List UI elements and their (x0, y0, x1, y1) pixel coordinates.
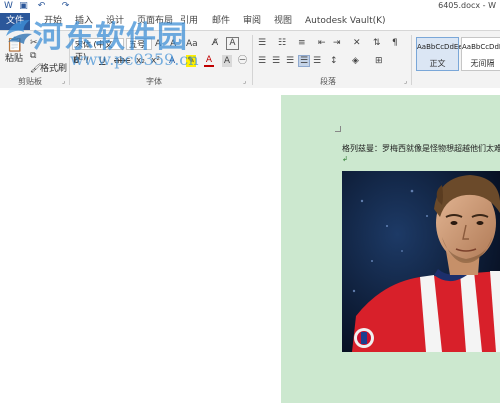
margin-corner-mark (340, 126, 341, 132)
tab-view[interactable]: 视图 (274, 13, 292, 30)
clipboard-group-label: 剪贴板 (18, 77, 42, 86)
document-workspace[interactable]: 格列兹曼：罗梅西就像是怪物想超越他们太难了 ↲ (0, 88, 500, 403)
align-right-icon[interactable]: ☰ (286, 55, 294, 67)
tab-review[interactable]: 审阅 (243, 13, 261, 30)
chinese-layout-icon[interactable]: ✕ (353, 37, 361, 49)
font-launcher-icon[interactable]: ⌟ (243, 77, 246, 85)
inserted-photo[interactable] (342, 171, 500, 352)
watermark-logo-icon (6, 20, 32, 44)
justify-icon[interactable]: ☰ (298, 55, 310, 67)
document-body-text[interactable]: 格列兹曼：罗梅西就像是怪物想超越他们太难了 (342, 143, 500, 154)
watermark-url: www.pc0359.cn (70, 50, 199, 69)
undo-icon[interactable]: ↶ (36, 1, 47, 12)
font-group-label: 字体 (146, 77, 162, 86)
style-sample: AaBbCcDdEe (462, 43, 500, 51)
style-name: 正文 (429, 59, 446, 68)
photo-illustration (342, 171, 500, 352)
group-divider (411, 35, 412, 85)
clipboard-launcher-icon[interactable]: ⌟ (62, 77, 65, 85)
watermark: 河东软件园 www.pc0359.cn (0, 12, 245, 72)
paragraph-launcher-icon[interactable]: ⌟ (404, 77, 407, 85)
word-app-icon: W (4, 1, 13, 11)
style-normal[interactable]: AaBbCcDdEe 正文 (416, 37, 463, 71)
line-spacing-icon[interactable]: ↕ (330, 55, 338, 67)
paragraph-group-label: 段落 (320, 77, 336, 86)
redo-icon[interactable]: ↷ (60, 1, 71, 12)
shading-icon[interactable]: ◈ (352, 55, 359, 67)
style-name: 无间隔 (470, 59, 495, 68)
align-center-icon[interactable]: ☰ (272, 55, 280, 67)
multilevel-list-icon[interactable]: ≡ (298, 37, 306, 49)
paragraph-mark: ↲ (342, 155, 348, 163)
increase-indent-icon[interactable]: ⇥ (333, 37, 341, 49)
decrease-indent-icon[interactable]: ⇤ (318, 37, 326, 49)
align-left-icon[interactable]: ☰ (258, 55, 266, 67)
style-sample: AaBbCcDdEe (417, 43, 463, 51)
style-no-spacing[interactable]: AaBbCcDdEe 无间隔 (461, 37, 500, 71)
document-page[interactable]: 格列兹曼：罗梅西就像是怪物想超越他们太难了 ↲ (281, 95, 500, 403)
show-formatting-marks-icon[interactable]: ¶ (392, 37, 398, 49)
numbering-icon[interactable]: ☷ (278, 37, 286, 49)
group-divider (252, 35, 253, 85)
tab-autodesk-vault[interactable]: Autodesk Vault(K) (305, 13, 386, 30)
distributed-icon[interactable]: ☰ (313, 55, 321, 67)
bullets-icon[interactable]: ☰ (258, 37, 266, 49)
borders-icon[interactable]: ⊞ (375, 55, 383, 67)
document-title: 6405.docx - W (438, 1, 496, 10)
sort-icon[interactable]: ⇅ (373, 37, 381, 49)
save-icon[interactable]: ▣ (18, 1, 29, 12)
